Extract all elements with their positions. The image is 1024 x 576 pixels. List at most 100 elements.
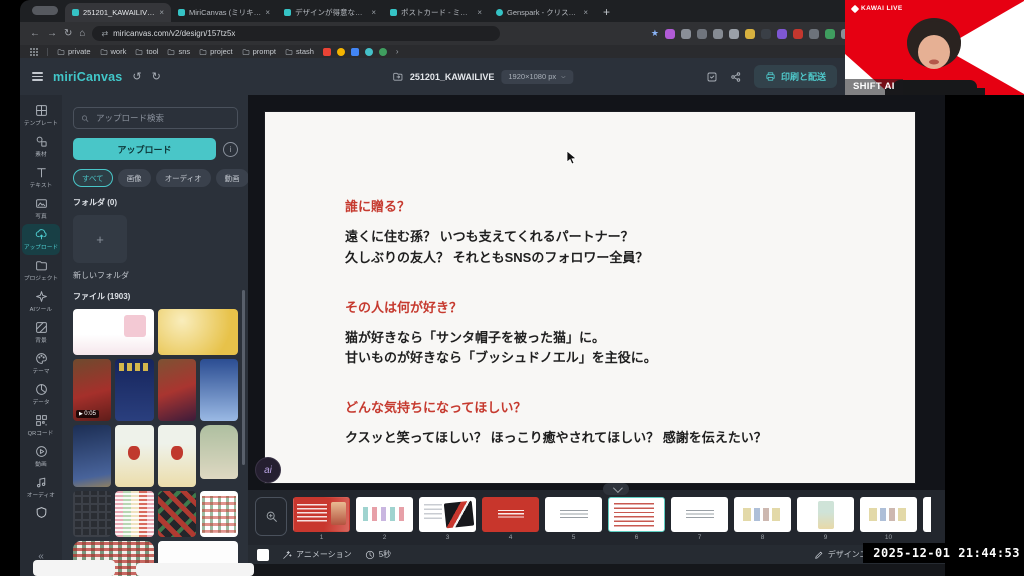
bookmark-folder[interactable]: stash xyxy=(285,47,314,56)
page-color-swatch[interactable] xyxy=(257,549,269,561)
bookmark-app-icon[interactable] xyxy=(351,48,359,56)
upload-button[interactable]: アップロード xyxy=(73,138,216,160)
sidebar-item[interactable]: テンプレート xyxy=(22,100,60,131)
tab-close-icon[interactable]: × xyxy=(477,8,482,17)
canvas-text-block[interactable]: 遠くに住む孫？ いつも支えてくれるパートナー？ 久しぶりの友人？ それともSNS… xyxy=(345,227,885,269)
filmstrip-page[interactable]: 10 xyxy=(860,497,917,541)
share-icon[interactable] xyxy=(730,71,742,83)
extension-icon[interactable] xyxy=(793,29,803,39)
browser-tab[interactable]: MiriCanvas (ミリキャンバス) × xyxy=(171,3,277,22)
bookmark-app-icon[interactable] xyxy=(365,48,373,56)
page-thumbnail[interactable] xyxy=(734,497,791,532)
file-thumbnail[interactable] xyxy=(158,491,196,537)
bookmark-folder[interactable]: tool xyxy=(135,47,158,56)
filmstrip-collapse-icon[interactable] xyxy=(603,483,629,495)
extension-icon[interactable] xyxy=(729,29,739,39)
bookmarks-overflow-icon[interactable]: › xyxy=(396,47,399,56)
sidebar-item[interactable]: 背景 xyxy=(22,317,60,348)
tab-switch-icon[interactable]: ⇄ xyxy=(101,29,108,38)
brand-shield-icon[interactable] xyxy=(35,506,48,519)
page-thumbnail[interactable] xyxy=(545,497,602,532)
page-thumbnail[interactable] xyxy=(671,497,728,532)
filmstrip-page[interactable]: 2 xyxy=(356,497,413,541)
bookmark-app-icon[interactable] xyxy=(323,48,331,56)
file-thumbnail[interactable] xyxy=(115,425,153,487)
extension-icon[interactable] xyxy=(777,29,787,39)
bookmark-folder[interactable]: project xyxy=(199,47,233,56)
add-folder-tile[interactable]: + xyxy=(73,215,127,263)
file-thumbnail[interactable] xyxy=(73,309,154,355)
extension-icon[interactable] xyxy=(809,29,819,39)
url-text[interactable]: miricanvas.com/v2/design/157tz5x xyxy=(113,29,235,38)
file-thumbnail[interactable] xyxy=(115,491,153,537)
file-thumbnail[interactable] xyxy=(200,425,238,479)
sidebar-item[interactable]: プロジェクト xyxy=(22,255,60,286)
bookmark-folder[interactable]: prompt xyxy=(242,47,276,56)
filter-chip[interactable]: オーディオ xyxy=(156,169,211,187)
sidebar-item[interactable]: 動画 xyxy=(22,441,60,472)
file-thumbnail[interactable] xyxy=(73,425,111,487)
reload-icon[interactable]: ↻ xyxy=(64,29,72,39)
sidebar-item[interactable]: データ xyxy=(22,379,60,410)
sidebar-item[interactable]: アップロード xyxy=(22,224,60,255)
file-thumbnail[interactable]: 0:05 xyxy=(73,359,111,421)
tab-close-icon[interactable]: × xyxy=(265,8,270,17)
page-thumbnail[interactable] xyxy=(797,497,854,532)
forward-icon[interactable]: → xyxy=(47,29,57,39)
tab-close-icon[interactable]: × xyxy=(159,8,164,17)
extension-icon[interactable] xyxy=(713,29,723,39)
design-canvas-page[interactable]: 誰に贈る？ 遠くに住む孫？ いつも支えてくれるパートナー？ 久しぶりの友人？ それ… xyxy=(265,112,915,483)
filter-chip[interactable]: すべて xyxy=(73,169,113,187)
extension-icon[interactable] xyxy=(697,29,707,39)
new-tab-button[interactable]: + xyxy=(603,5,610,19)
page-thumbnail[interactable] xyxy=(293,497,350,532)
file-thumbnail[interactable] xyxy=(158,309,239,355)
new-folder-label[interactable]: 新しいフォルダ xyxy=(73,270,238,281)
canvas-text-block[interactable]: クスッと笑ってほしい？ ほっこり癒やされてほしい？ 感謝を伝えたい？ xyxy=(345,428,885,449)
sidebar-item[interactable]: テーマ xyxy=(22,348,60,379)
filmstrip-page[interactable]: 1 xyxy=(293,497,350,541)
page-thumbnail[interactable] xyxy=(356,497,413,532)
canvas-text-block[interactable]: 誰に贈る？ xyxy=(345,196,885,215)
miricanvas-logo[interactable]: miriCanvas xyxy=(53,70,122,84)
filter-chip[interactable]: 動画 xyxy=(216,169,248,187)
file-thumbnail[interactable] xyxy=(200,359,238,421)
bookmark-app-icon[interactable] xyxy=(379,48,387,56)
page-thumbnail[interactable] xyxy=(419,497,476,532)
extension-icon[interactable] xyxy=(761,29,771,39)
sidebar-item[interactable]: 素材 xyxy=(22,131,60,162)
print-delivery-button[interactable]: 印刷と配送 xyxy=(754,65,837,88)
extension-icon[interactable] xyxy=(681,29,691,39)
filmstrip-page[interactable]: 9 xyxy=(797,497,854,541)
tab-close-icon[interactable]: × xyxy=(371,8,376,17)
bookmark-folder[interactable]: work xyxy=(100,47,127,56)
apps-grid-icon[interactable] xyxy=(30,48,38,56)
folder-move-icon[interactable] xyxy=(392,71,403,82)
bookmark-star-icon[interactable]: ★ xyxy=(651,28,659,39)
filter-chip[interactable]: 画像 xyxy=(118,169,151,187)
ai-assistant-badge[interactable]: ai xyxy=(255,457,281,483)
extension-icon[interactable] xyxy=(745,29,755,39)
canvas-text-block[interactable]: どんな気持ちになってほしい？ xyxy=(345,397,885,416)
sidebar-item[interactable]: テキスト xyxy=(22,162,60,193)
page-thumbnail-partial[interactable] xyxy=(923,497,931,532)
window-controls[interactable] xyxy=(32,6,58,15)
animation-button[interactable]: アニメーション xyxy=(282,549,352,560)
browser-tab[interactable]: デザインが得意なAI, ミリクル… × xyxy=(277,3,383,22)
page-thumbnail[interactable] xyxy=(482,497,539,532)
sidebar-item[interactable]: 写真 xyxy=(22,193,60,224)
tab-close-icon[interactable]: × xyxy=(583,8,588,17)
browser-tab[interactable]: 251201_KAWAILIVE - ミリキ… × xyxy=(65,3,171,22)
filmstrip-page[interactable]: 8 xyxy=(734,497,791,541)
page-thumbnail[interactable] xyxy=(860,497,917,532)
file-thumbnail[interactable] xyxy=(200,491,238,537)
home-icon[interactable]: ⌂ xyxy=(79,29,85,39)
menu-icon[interactable] xyxy=(32,72,43,81)
file-thumbnail[interactable] xyxy=(73,491,111,537)
filmstrip-page[interactable]: 3 xyxy=(419,497,476,541)
canvas-text-block[interactable]: その人は何が好き？ xyxy=(345,297,885,316)
bookmark-folder[interactable]: sns xyxy=(167,47,190,56)
canvas-text-block[interactable]: 猫が好きなら「サンタ帽子を被った猫」に。 甘いものが好きなら「ブッシュドノエル」… xyxy=(345,328,885,370)
browser-tab[interactable]: ポストカード - ミリキャンバス × xyxy=(383,3,489,22)
file-thumbnail[interactable] xyxy=(115,359,153,421)
